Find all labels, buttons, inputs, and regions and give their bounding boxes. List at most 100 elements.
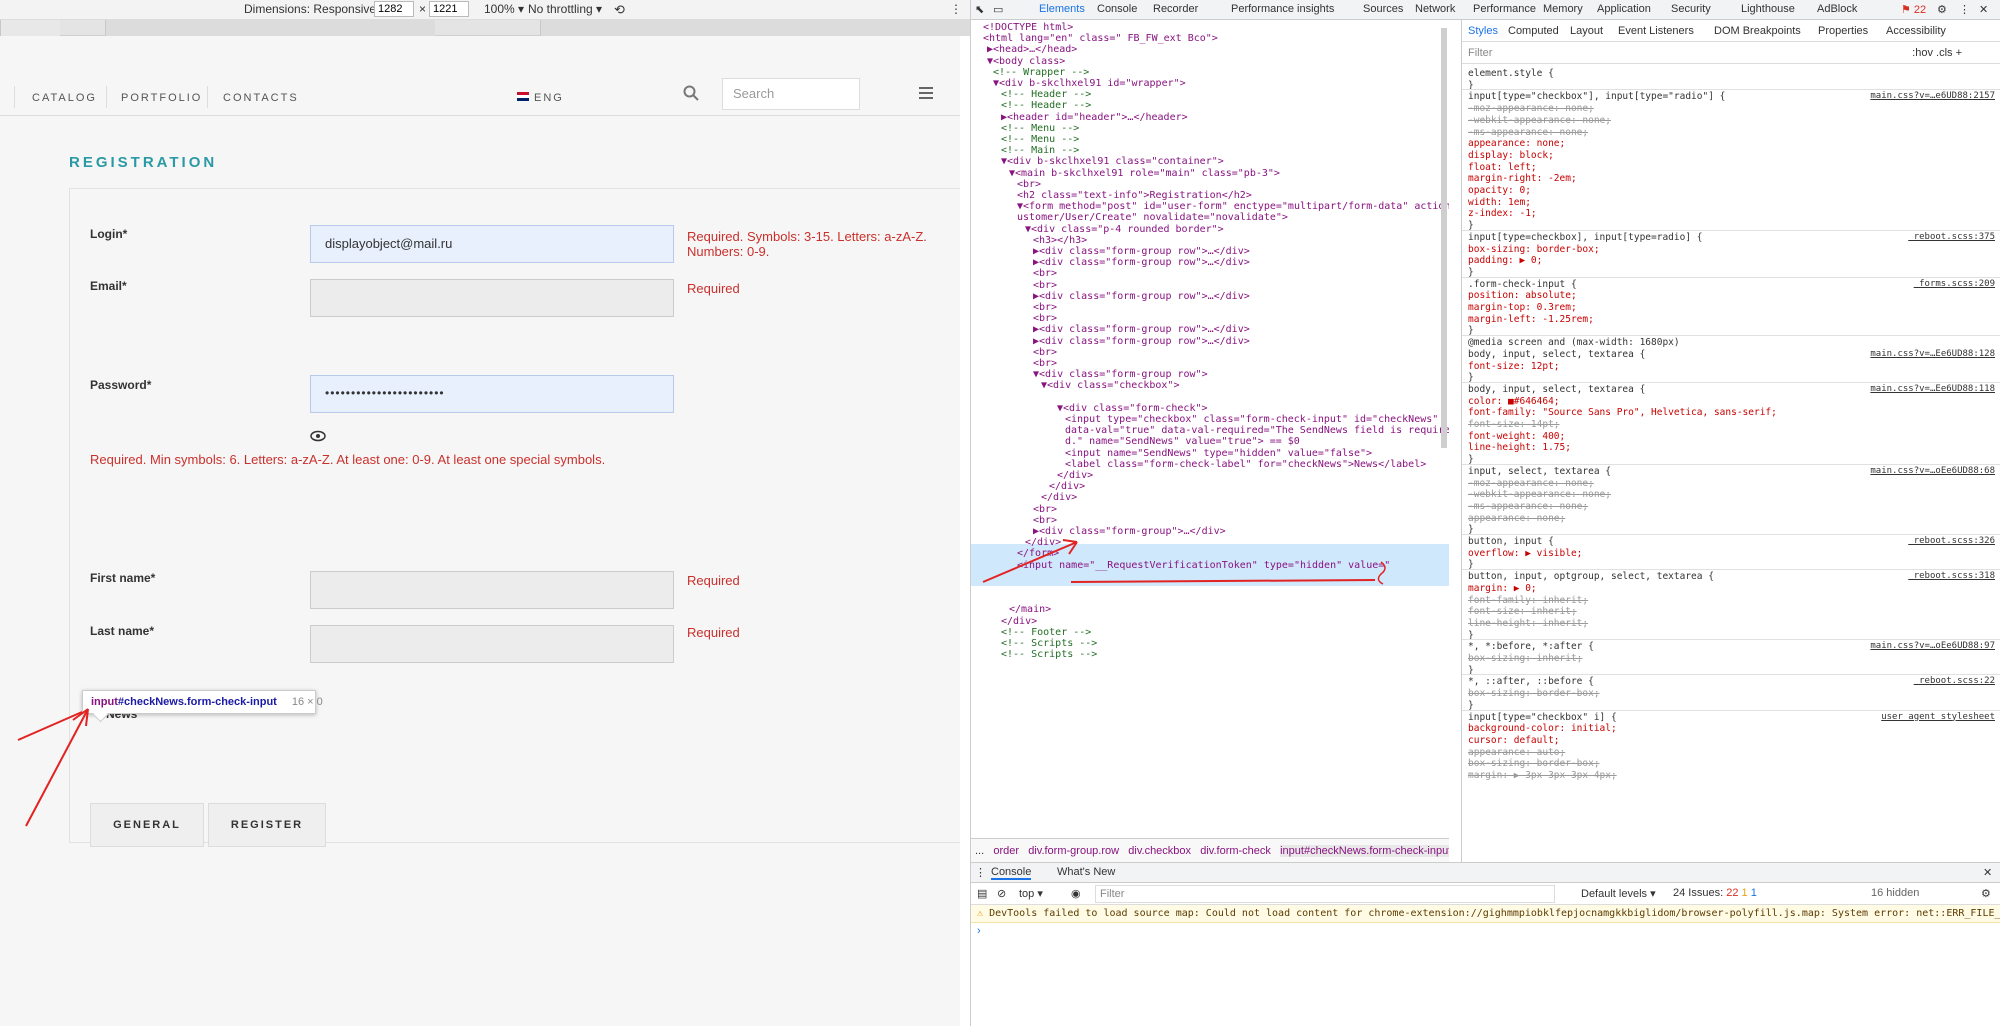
style-source-link[interactable]: main.css?v=…Ee6UD88:118 — [1870, 384, 1995, 394]
style-line[interactable]: input[type="checkbox" i] { — [1468, 712, 1617, 723]
style-line[interactable]: -ms-appearance: none; — [1468, 127, 1588, 138]
console-prompt-icon[interactable]: › — [977, 925, 981, 937]
breadcrumb-form-group[interactable]: div.form-group.row — [1028, 845, 1119, 857]
style-line[interactable]: opacity: 0; — [1468, 185, 1531, 196]
style-line[interactable]: *, ::after, ::before { — [1468, 676, 1594, 687]
style-line[interactable]: input, select, textarea { — [1468, 466, 1611, 477]
style-line[interactable]: font-weight: 400; — [1468, 431, 1565, 442]
tab-application[interactable]: Application — [1597, 3, 1651, 15]
tab-console[interactable]: Console — [1097, 3, 1137, 15]
style-source-link[interactable]: user agent stylesheet — [1881, 712, 1995, 722]
drawer-menu-icon[interactable]: ⋮ — [975, 866, 986, 879]
style-line[interactable]: button, input { — [1468, 536, 1554, 547]
viewport-height-input[interactable] — [429, 1, 469, 17]
tab-dom-breakpoints[interactable]: DOM Breakpoints — [1714, 25, 1801, 37]
style-source-link[interactable]: _forms.scss:209 — [1914, 279, 1995, 289]
style-line[interactable]: appearance: auto; — [1468, 747, 1565, 758]
tab-properties[interactable]: Properties — [1818, 25, 1868, 37]
style-line[interactable]: font-size: inherit; — [1468, 606, 1577, 617]
tab-network[interactable]: Network — [1415, 3, 1455, 15]
settings-gear-icon[interactable]: ⚙ — [1937, 3, 1947, 16]
zoom-dropdown[interactable]: 100% ▾ — [484, 2, 524, 16]
style-line[interactable]: font-size: 12pt; — [1468, 361, 1560, 372]
style-line[interactable]: color: ■#646464; — [1468, 396, 1560, 407]
tab-performance[interactable]: Performance — [1473, 3, 1536, 15]
console-settings-gear-icon[interactable]: ⚙ — [1981, 887, 1991, 900]
style-line[interactable]: float: left; — [1468, 162, 1537, 173]
tab-accessibility[interactable]: Accessibility — [1886, 25, 1946, 37]
style-line[interactable]: z-index: -1; — [1468, 208, 1537, 219]
style-source-link[interactable]: _reboot.scss:326 — [1908, 536, 1995, 546]
dimensions-dropdown[interactable]: Dimensions: Responsive ▾ — [244, 2, 385, 16]
style-line[interactable]: *, *:before, *:after { — [1468, 641, 1594, 652]
style-source-link[interactable]: main.css?v=…oEe6UD88:68 — [1870, 466, 1995, 476]
style-line[interactable]: input[type="checkbox"], input[type="radi… — [1468, 91, 1725, 102]
tab-lighthouse[interactable]: Lighthouse — [1741, 3, 1795, 15]
close-devtools-icon[interactable]: ✕ — [1979, 3, 1988, 16]
style-line[interactable]: -moz-appearance: none; — [1468, 478, 1594, 489]
style-line[interactable]: width: 1em; — [1468, 197, 1531, 208]
style-line[interactable]: line-height: 1.75; — [1468, 442, 1571, 453]
style-line[interactable]: cursor: default; — [1468, 735, 1560, 746]
style-line[interactable]: display: block; — [1468, 150, 1554, 161]
style-source-link[interactable]: main.css?v=…e6UD88:2157 — [1870, 91, 1995, 101]
style-line[interactable]: body, input, select, textarea { — [1468, 349, 1645, 360]
style-line[interactable]: font-family: "Source Sans Pro", Helvetic… — [1468, 407, 1777, 418]
style-source-link[interactable]: main.css?v=…oEe6UD88:97 — [1870, 641, 1995, 651]
tab-security[interactable]: Security — [1671, 3, 1711, 15]
style-line[interactable]: overflow: ▶ visible; — [1468, 548, 1582, 559]
drawer-tab-whats-new[interactable]: What's New — [1057, 866, 1115, 878]
style-line[interactable]: position: absolute; — [1468, 290, 1577, 301]
tab-memory[interactable]: Memory — [1543, 3, 1583, 15]
live-expression-eye-icon[interactable]: ◉ — [1071, 887, 1081, 900]
console-issues-button[interactable]: 24 Issues: 22 1 1 — [1673, 887, 1757, 899]
style-line[interactable]: margin: ▶ 0; — [1468, 583, 1537, 594]
style-line[interactable]: margin-right: -2em; — [1468, 173, 1577, 184]
style-line[interactable]: margin-top: 0.3rem; — [1468, 302, 1577, 313]
tab-adblock[interactable]: AdBlock — [1817, 3, 1857, 15]
sidebar-toggle-icon[interactable]: ▤ — [977, 887, 987, 900]
tab-sources[interactable]: Sources — [1363, 3, 1403, 15]
tab-styles[interactable]: Styles — [1468, 25, 1498, 37]
tab-elements[interactable]: Elements — [1039, 3, 1085, 15]
style-line[interactable]: box-sizing: border-box; — [1468, 758, 1600, 769]
style-line[interactable]: -ms-appearance: none; — [1468, 501, 1588, 512]
style-source-link[interactable]: _reboot.scss:375 — [1908, 232, 1995, 242]
device-toggle-icon[interactable]: ▭ — [993, 3, 1003, 16]
style-line[interactable]: -moz-appearance: none; — [1468, 103, 1594, 114]
style-line[interactable]: line-height: inherit; — [1468, 618, 1588, 629]
style-line[interactable]: -webkit-appearance: none; — [1468, 115, 1611, 126]
close-drawer-icon[interactable]: ✕ — [1983, 866, 1992, 879]
elements-scrollbar[interactable] — [1441, 28, 1447, 448]
more-options-icon[interactable]: ⋮ — [950, 2, 962, 16]
style-line[interactable]: .form-check-input { — [1468, 279, 1577, 290]
context-select[interactable]: top ▾ — [1019, 887, 1043, 900]
style-source-link[interactable]: main.css?v=…Ee6UD88:128 — [1870, 349, 1995, 359]
style-line[interactable]: input[type=checkbox], input[type=radio] … — [1468, 232, 1703, 243]
style-line[interactable]: background-color: initial; — [1468, 723, 1617, 734]
devtools-menu-icon[interactable]: ⋮ — [1959, 3, 1970, 16]
tab-recorder[interactable]: Recorder — [1153, 3, 1198, 15]
breadcrumb-order[interactable]: order — [993, 845, 1019, 857]
tab-performance-insights[interactable]: Performance insights — [1231, 3, 1334, 15]
style-line[interactable]: padding: ▶ 0; — [1468, 255, 1542, 266]
style-line[interactable]: box-sizing: border-box; — [1468, 244, 1600, 255]
style-line[interactable]: body, input, select, textarea { — [1468, 384, 1645, 395]
style-line[interactable]: element.style { — [1468, 68, 1554, 79]
style-line[interactable]: font-family: inherit; — [1468, 595, 1588, 606]
style-line[interactable]: box-sizing: inherit; — [1468, 653, 1582, 664]
breadcrumb-input[interactable]: input#checkNews.form-check-input — [1280, 845, 1449, 857]
breadcrumb-form-check[interactable]: div.form-check — [1200, 845, 1271, 857]
breadcrumb-checkbox[interactable]: div.checkbox — [1128, 845, 1191, 857]
style-line[interactable]: box-sizing: border-box; — [1468, 688, 1600, 699]
issues-badge[interactable]: ⚑ 22 — [1901, 3, 1926, 16]
styles-filter-tools[interactable]: :hov .cls + — [1912, 47, 1962, 59]
style-line[interactable]: margin-left: -1.25rem; — [1468, 314, 1594, 325]
drawer-tab-console[interactable]: Console — [991, 866, 1032, 880]
style-source-link[interactable]: _reboot.scss:22 — [1914, 676, 1995, 686]
inspect-element-icon[interactable]: ⬉ — [975, 3, 984, 16]
tab-event-listeners[interactable]: Event Listeners — [1618, 25, 1694, 37]
style-line[interactable]: button, input, optgroup, select, textare… — [1468, 571, 1714, 582]
console-filter-input[interactable]: Filter — [1095, 885, 1555, 903]
throttle-dropdown[interactable]: No throttling ▾ — [528, 2, 602, 16]
